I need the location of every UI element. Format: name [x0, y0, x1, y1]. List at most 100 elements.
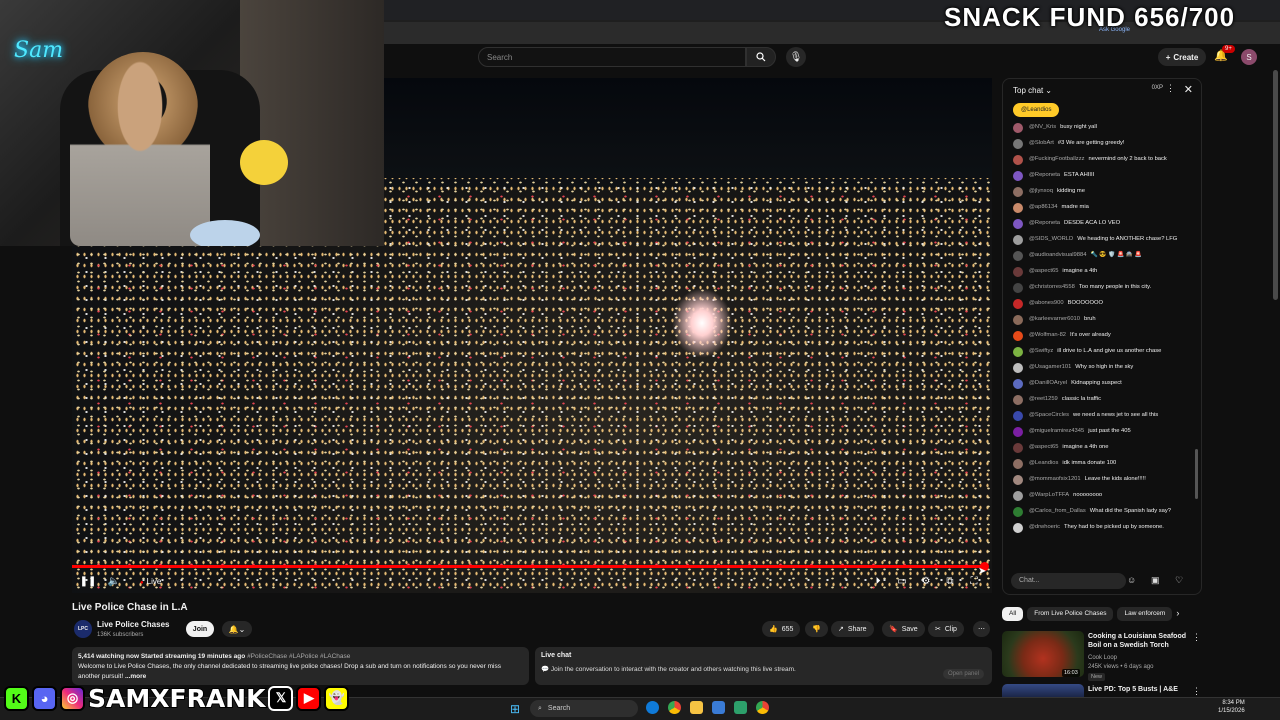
chat-avatar[interactable]	[1013, 235, 1023, 245]
chat-author[interactable]: @SIDS_WORLD	[1029, 236, 1073, 242]
progress-bar[interactable]	[72, 565, 984, 568]
chat-avatar[interactable]	[1013, 379, 1023, 389]
chat-avatar[interactable]	[1013, 283, 1023, 293]
chat-author[interactable]: @ap86134	[1029, 204, 1057, 210]
chat-avatar[interactable]	[1013, 459, 1023, 469]
chat-avatar[interactable]	[1013, 363, 1023, 373]
chat-avatar[interactable]	[1013, 491, 1023, 501]
pinned-donation[interactable]: @Leandios	[1013, 103, 1060, 117]
clip-button[interactable]: ✂ Clip	[928, 621, 964, 637]
dislike-button[interactable]: 👎	[805, 621, 828, 637]
channel-avatar[interactable]: LPC	[74, 620, 92, 638]
rec-channel[interactable]: Cook Loop	[1088, 655, 1117, 661]
chat-avatar[interactable]	[1013, 123, 1023, 133]
chat-scrollbar[interactable]	[1195, 449, 1198, 499]
chat-author[interactable]: @NV_Kris	[1029, 124, 1056, 130]
search-input[interactable]: Search	[478, 47, 746, 67]
more-vertical-icon[interactable]: ⋮	[1166, 83, 1175, 94]
chat-author[interactable]: @jlynxoq	[1029, 188, 1053, 194]
chat-avatar[interactable]	[1013, 395, 1023, 405]
file-explorer-icon[interactable]	[690, 701, 703, 714]
windows-start-icon[interactable]: ⊞	[510, 702, 520, 716]
rec-title[interactable]: Live PD: Top 5 Busts | A&E	[1088, 686, 1178, 693]
chat-input[interactable]: Chat...	[1011, 573, 1126, 589]
store-icon[interactable]	[712, 701, 725, 714]
show-more-link[interactable]: ...more	[125, 673, 146, 680]
description-box[interactable]: 5,414 watching now Started streaming 19 …	[72, 647, 529, 685]
chat-avatar[interactable]	[1013, 427, 1023, 437]
pause-icon[interactable]: ❚❚	[80, 573, 97, 589]
chat-author[interactable]: @Reponeta	[1029, 220, 1060, 226]
chat-avatar[interactable]	[1013, 523, 1023, 533]
chat-author[interactable]: @Reponeta	[1029, 172, 1060, 178]
chat-author[interactable]: @aspect65	[1029, 444, 1058, 450]
chat-author[interactable]: @drwhoeric	[1029, 524, 1060, 530]
share-button[interactable]: ↗ Share	[831, 621, 874, 637]
emoji-icon[interactable]: ☺	[1127, 575, 1136, 585]
chat-author[interactable]: @SpaceCircles	[1029, 412, 1069, 418]
miniplayer-icon[interactable]: ⧉	[942, 573, 958, 589]
channel-name[interactable]: Live Police Chases	[97, 620, 169, 629]
account-avatar[interactable]: S	[1241, 49, 1257, 65]
more-vertical-icon[interactable]: ⋮	[1192, 686, 1201, 697]
like-button[interactable]: 👍 655	[762, 621, 801, 637]
taskbar-clock[interactable]: 8:34 PM 1/15/2026	[1218, 699, 1245, 715]
chat-author[interactable]: @Wolfman-82	[1029, 332, 1066, 338]
chat-avatar[interactable]	[1013, 203, 1023, 213]
subtitles-icon[interactable]: ▭	[894, 573, 910, 589]
super-chat-icon[interactable]: ▣	[1151, 575, 1160, 586]
chevron-right-icon[interactable]: ›	[1176, 607, 1179, 621]
chat-author[interactable]: @DanillOAryel	[1029, 380, 1067, 386]
chat-avatar[interactable]	[1013, 443, 1023, 453]
chat-author[interactable]: @miguelramirez4345	[1029, 428, 1084, 434]
rec-title[interactable]: Cooking a Louisiana Seafood Boil on a Sw…	[1088, 632, 1186, 650]
chat-avatar[interactable]	[1013, 267, 1023, 277]
chip-from-channel[interactable]: From Live Police Chases	[1027, 607, 1114, 621]
chat-avatar[interactable]	[1013, 475, 1023, 485]
chat-avatar[interactable]	[1013, 171, 1023, 181]
volume-icon[interactable]: 🔈	[106, 573, 122, 589]
chat-author[interactable]: @Usagamer101	[1029, 364, 1071, 370]
chat-author[interactable]: @aspect65	[1029, 268, 1058, 274]
chat-avatar[interactable]	[1013, 315, 1023, 325]
chat-author[interactable]: @christorres4558	[1029, 284, 1075, 290]
chrome-icon[interactable]	[668, 701, 681, 714]
page-scrollbar[interactable]	[1273, 70, 1278, 300]
top-chat-dropdown[interactable]: Top chat	[1013, 86, 1043, 95]
subscription-bell-button[interactable]: 🔔⌄	[222, 621, 252, 637]
more-vertical-icon[interactable]: ⋮	[1192, 632, 1201, 643]
taskbar-search[interactable]: ⌕ Search	[530, 700, 638, 717]
chat-author[interactable]: @audioandvisual9884	[1029, 252, 1086, 258]
chat-avatar[interactable]	[1013, 251, 1023, 261]
chat-avatar[interactable]	[1013, 299, 1023, 309]
save-button[interactable]: 🔖 Save	[882, 621, 925, 637]
chat-avatar[interactable]	[1013, 331, 1023, 341]
chat-author[interactable]: @abones900	[1029, 300, 1064, 306]
chat-avatar[interactable]	[1013, 219, 1023, 229]
voice-search-button[interactable]: 🎙	[786, 47, 806, 67]
chat-avatar[interactable]	[1013, 507, 1023, 517]
chat-author[interactable]: @karleevarner6010	[1029, 316, 1080, 322]
chat-avatar[interactable]	[1013, 411, 1023, 421]
live-badge[interactable]: Live	[140, 577, 162, 586]
chat-author[interactable]: @Carlos_from_Dallas	[1029, 508, 1086, 514]
chat-avatar[interactable]	[1013, 347, 1023, 357]
open-panel-button[interactable]: Open panel	[942, 669, 984, 679]
heart-icon[interactable]: ♡	[1175, 575, 1183, 586]
autoplay-icon[interactable]: ⏵	[870, 573, 886, 589]
chat-avatar[interactable]	[1013, 139, 1023, 149]
chrome-profile-icon[interactable]	[756, 701, 769, 714]
chat-author[interactable]: @Swiftyz	[1029, 348, 1053, 354]
chat-author[interactable]: @mommaofsix1201	[1029, 476, 1081, 482]
chat-author[interactable]: @reet1259	[1029, 396, 1058, 402]
chat-avatar[interactable]	[1013, 155, 1023, 165]
more-actions-button[interactable]: ⋯	[973, 621, 990, 637]
chat-author[interactable]: @WarpLoTFFA	[1029, 492, 1069, 498]
edge-icon[interactable]	[646, 701, 659, 714]
hashtags[interactable]: #PoliceChase #LAPolice #LAChase	[247, 653, 350, 660]
chat-author[interactable]: @FuckingFootballzzz	[1029, 156, 1085, 162]
chat-author[interactable]: @SlobArt	[1029, 140, 1054, 146]
create-button[interactable]: + Create	[1158, 48, 1206, 66]
settings-gear-icon[interactable]: ⚙	[918, 573, 934, 589]
chat-author[interactable]: @Leandios	[1029, 460, 1058, 466]
